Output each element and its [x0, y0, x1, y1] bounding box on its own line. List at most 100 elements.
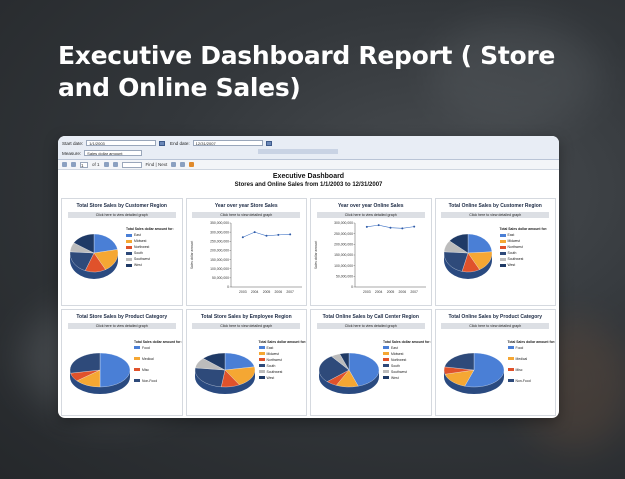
- view-detailed-graph-button[interactable]: Click here to view detailed graph: [441, 322, 550, 329]
- line-chart: 300,000,000 250,000,000 200,000,000 150,000…: [314, 221, 426, 294]
- panel-title: Total Online Sales by Customer Region: [448, 203, 542, 209]
- data-point[interactable]: [365, 225, 368, 228]
- pie-chart: [443, 233, 492, 279]
- report-subtitle: Stores and Online Sales from 1/1/2003 to…: [234, 182, 383, 188]
- x-tick-label: 2005: [387, 290, 395, 294]
- find-input[interactable]: [121, 161, 142, 168]
- next-page-icon[interactable]: [103, 162, 109, 167]
- panel-title: Year over year Online Sales: [337, 203, 404, 209]
- page-number-input[interactable]: 1: [80, 161, 88, 168]
- y-tick-label: 200,000,000: [210, 249, 229, 253]
- data-point[interactable]: [265, 234, 267, 237]
- view-detailed-graph-button[interactable]: Click here to view detailed graph: [192, 212, 301, 218]
- data-point[interactable]: [413, 225, 416, 228]
- y-tick-label: 250,000,000: [334, 232, 353, 236]
- prev-page-icon[interactable]: [71, 162, 76, 167]
- pie-chart: [69, 233, 119, 279]
- rss-icon[interactable]: [189, 162, 195, 167]
- dashboard-panel: Total Online Sales by Product Category Cl…: [434, 308, 556, 416]
- pie-slice[interactable]: [69, 352, 101, 373]
- x-tick-label: 2007: [410, 290, 418, 294]
- dashboard-panel: Total Online Sales by Call Center Region…: [310, 308, 432, 416]
- page-count: of 1: [92, 162, 100, 167]
- view-detailed-graph-button[interactable]: Click here to view detailed graph: [192, 322, 301, 329]
- view-detailed-graph-button[interactable]: Click here to view detailed graph: [316, 212, 425, 218]
- panel-title: Total Store Sales by Product Category: [76, 313, 168, 320]
- data-point[interactable]: [241, 236, 244, 239]
- panel-title: Total Store Sales by Employee Region: [200, 313, 292, 320]
- data-point[interactable]: [253, 231, 256, 234]
- view-report-button[interactable]: [258, 149, 338, 154]
- panel-title: Total Online Sales by Product Category: [448, 313, 543, 320]
- data-point[interactable]: [401, 227, 404, 230]
- measure-param: Measure: Sales dollar amount: [62, 150, 143, 156]
- y-tick-label: 250,000,000: [210, 239, 229, 243]
- x-tick-label: 2003: [363, 290, 371, 294]
- x-tick-label: 2003: [239, 290, 247, 294]
- dashboard-panel: Year over year Online Sales Click here to…: [310, 198, 432, 306]
- pie-slice[interactable]: [467, 233, 492, 254]
- report-title: Executive Dashboard: [272, 173, 345, 180]
- y-tick-label: 200,000,000: [334, 243, 353, 247]
- pie-chart: [69, 352, 131, 394]
- x-tick-label: 2006: [274, 290, 282, 294]
- refresh-icon[interactable]: [180, 162, 186, 167]
- pie-chart: [318, 352, 380, 394]
- view-detailed-graph-button[interactable]: Click here to view detailed graph: [67, 212, 176, 218]
- y-tick-label: 300,000,000: [210, 230, 229, 234]
- calendar-icon[interactable]: [265, 140, 272, 146]
- dashboard-panel: Total Store Sales by Product Category Cli…: [61, 308, 183, 416]
- end-date-field[interactable]: 12/31/2007: [192, 140, 263, 146]
- line-chart: 350,000,000 300,000,000 250,000,000 200,000…: [190, 221, 302, 294]
- panel-title: Total Store Sales by Customer Region: [76, 203, 167, 209]
- pie-chart: [194, 352, 255, 394]
- y-axis-label: Sales dollar amount: [190, 241, 194, 269]
- last-page-icon[interactable]: [112, 162, 118, 167]
- panel-title: Year over year Store Sales: [214, 203, 278, 209]
- x-tick-label: 2006: [399, 290, 407, 294]
- pie-chart: [443, 352, 504, 394]
- y-tick-label: 50,000,000: [336, 275, 353, 279]
- y-tick-label: 100,000,000: [334, 264, 353, 268]
- dashboard-panel: Total Store Sales by Customer Region Clic…: [61, 198, 183, 306]
- data-point[interactable]: [389, 226, 392, 229]
- calendar-icon[interactable]: [159, 140, 166, 146]
- x-tick-label: 2004: [375, 290, 383, 294]
- x-tick-label: 2004: [250, 290, 258, 294]
- start-date-field[interactable]: 1/1/2003: [86, 140, 157, 146]
- y-tick-label: 50,000,000: [212, 276, 229, 280]
- start-date-label: Start date:: [62, 140, 84, 146]
- view-detailed-graph-button[interactable]: Click here to view detailed graph: [316, 322, 425, 329]
- end-date-param: End date: 12/31/2007: [170, 140, 272, 146]
- panel-title: Total Online Sales by Call Center Region: [322, 313, 419, 320]
- data-point[interactable]: [276, 233, 279, 236]
- y-tick-label: 0: [351, 285, 353, 289]
- measure-label: Measure:: [62, 150, 82, 156]
- dashboard-panel: Total Store Sales by Employee Region Clic…: [185, 308, 307, 416]
- y-tick-label: 300,000,000: [334, 221, 353, 225]
- end-date-label: End date:: [170, 140, 190, 146]
- x-tick-label: 2005: [262, 290, 270, 294]
- y-tick-label: 100,000,000: [210, 267, 229, 271]
- report-toolbar: 1 of 1 Find | Next: [58, 160, 559, 170]
- x-tick-label: 2007: [286, 290, 294, 294]
- y-tick-label: 0: [227, 285, 229, 289]
- measure-select[interactable]: Sales dollar amount: [84, 150, 143, 156]
- view-detailed-graph-button[interactable]: Click here to view detailed graph: [67, 322, 176, 329]
- data-point[interactable]: [288, 233, 291, 236]
- dashboard-panel: Total Online Sales by Customer Region Cli…: [434, 198, 556, 306]
- parameter-bar: Start date: 1/1/2003 End date: 12/31/200…: [58, 136, 559, 160]
- view-detailed-graph-button[interactable]: Click here to view detailed graph: [441, 212, 550, 218]
- first-page-icon[interactable]: [62, 162, 67, 167]
- y-tick-label: 350,000,000: [210, 221, 229, 225]
- dashboard-grid: Total Store Sales by Customer Region Clic…: [61, 198, 556, 416]
- dashboard-panel: Year over year Store Sales Click here to …: [185, 198, 307, 306]
- y-axis-label: Sales dollar amount: [314, 241, 318, 269]
- y-tick-label: 150,000,000: [210, 258, 229, 262]
- y-tick-label: 150,000,000: [334, 253, 353, 257]
- data-point[interactable]: [377, 224, 380, 227]
- export-icon[interactable]: [171, 162, 177, 167]
- find-next-link[interactable]: Find | Next: [146, 162, 168, 167]
- page-headline: Executive Dashboard Report ( Store and O…: [58, 41, 556, 102]
- report-viewer: Start date: 1/1/2003 End date: 12/31/200…: [58, 136, 559, 418]
